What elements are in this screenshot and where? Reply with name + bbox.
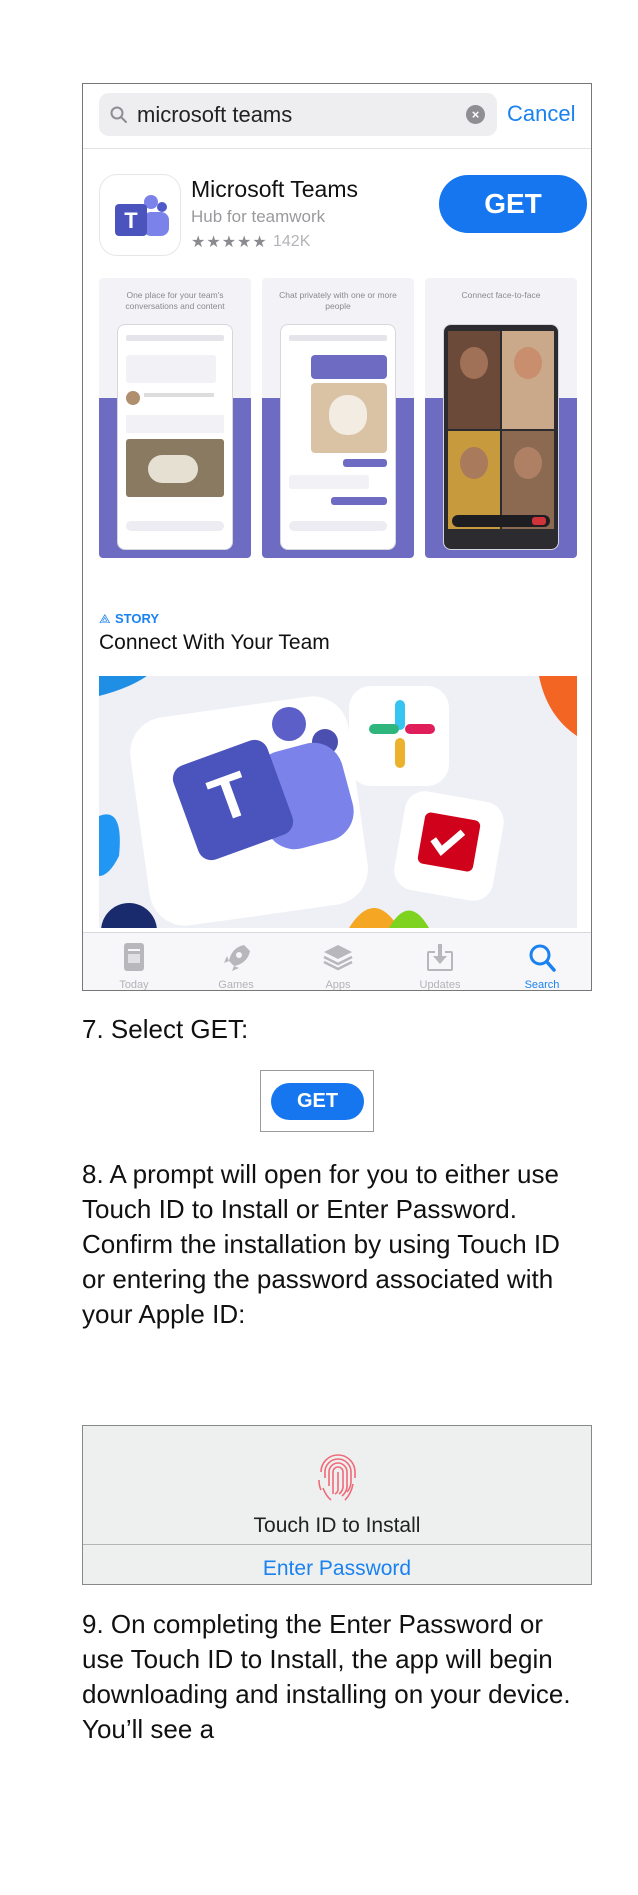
divider	[83, 148, 591, 149]
phone-mockup	[443, 324, 559, 550]
screenshot-card[interactable]: One place for your team's conversations …	[99, 278, 251, 558]
svg-text:T: T	[124, 208, 138, 233]
search-icon	[110, 106, 127, 123]
app-name[interactable]: Microsoft Teams	[191, 176, 358, 203]
screenshot-caption: One place for your team's conversations …	[125, 290, 225, 311]
search-input[interactable]: microsoft teams	[137, 102, 292, 128]
search-icon	[529, 944, 556, 972]
cancel-button[interactable]: Cancel	[507, 101, 575, 127]
layers-icon	[323, 945, 353, 971]
touch-id-label: Touch ID to Install	[253, 1514, 421, 1537]
app-subtitle: Hub for teamwork	[191, 207, 326, 226]
enter-password-button[interactable]: Enter Password	[83, 1557, 591, 1581]
step-7-text: 7. Select GET:	[82, 1014, 249, 1044]
screenshot-caption: Chat privately with one or more people	[279, 290, 397, 311]
story-hero-image[interactable]: T	[99, 676, 577, 928]
tab-apps[interactable]: Apps	[287, 933, 389, 991]
screenshot-card[interactable]: Chat privately with one or more people	[262, 278, 414, 558]
tab-games[interactable]: Games	[185, 933, 287, 991]
step-8-text: 8. A prompt will open for you to either …	[82, 1159, 560, 1329]
screenshot-caption: Connect face-to-face	[461, 290, 541, 300]
story-title[interactable]: Connect With Your Team	[99, 631, 330, 655]
rating-count: 142K	[273, 233, 311, 250]
rocket-icon	[224, 945, 250, 971]
search-bar[interactable]: microsoft teams ×	[99, 93, 497, 136]
get-button[interactable]: GET	[271, 1083, 364, 1120]
tab-search[interactable]: Search	[491, 933, 591, 991]
tab-label: Apps	[325, 979, 351, 991]
download-tray-icon	[427, 944, 453, 971]
teams-app-icon[interactable]: T	[99, 174, 181, 256]
rating-stars: ★★★★★	[191, 234, 268, 251]
phone-mockup	[280, 324, 396, 550]
tab-label: Search	[524, 979, 560, 991]
story-icon: ⟁	[99, 611, 111, 626]
tab-bar: Today Games Apps Updates Search	[83, 932, 591, 991]
tab-updates[interactable]: Updates	[389, 933, 491, 991]
screenshot-card[interactable]: Connect face-to-face	[425, 278, 577, 558]
get-button[interactable]: GET	[439, 175, 587, 233]
tab-label: Today	[119, 979, 149, 991]
story-tag: STORY	[115, 611, 160, 626]
divider	[83, 1544, 591, 1545]
fingerprint-icon[interactable]	[313, 1448, 363, 1504]
step-9-text: 9. On completing the Enter Password or u…	[82, 1609, 571, 1744]
today-icon	[124, 943, 144, 971]
tab-label: Updates	[419, 979, 461, 991]
tab-today[interactable]: Today	[83, 933, 185, 991]
touch-id-prompt: Touch ID to Install Enter Password	[82, 1425, 592, 1585]
phone-mockup	[117, 324, 233, 550]
tab-label: Games	[218, 979, 254, 991]
clear-search-icon[interactable]: ×	[466, 105, 485, 124]
app-store-screenshot: microsoft teams × Cancel T Microsoft Tea…	[82, 83, 592, 991]
get-button-illustration: GET	[260, 1070, 374, 1132]
